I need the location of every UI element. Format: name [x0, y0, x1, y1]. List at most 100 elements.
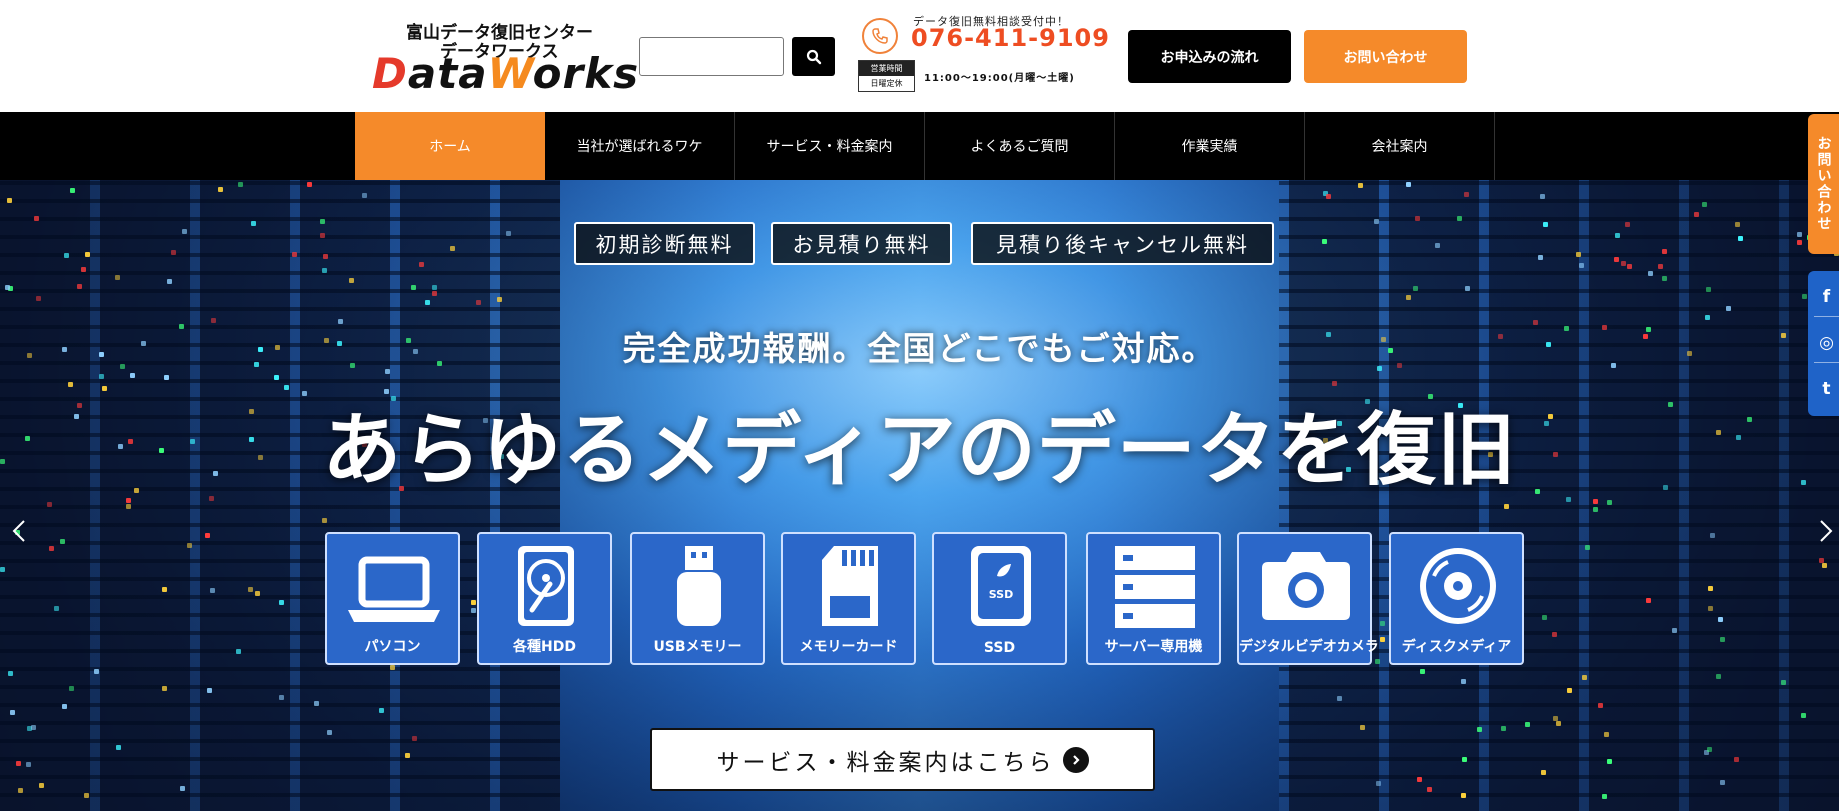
- server-led: [1406, 295, 1412, 301]
- server-led: [1336, 696, 1342, 702]
- server-led: [1701, 202, 1707, 208]
- logo-wordmark: DataWorks: [372, 49, 640, 98]
- server-led: [7, 670, 13, 676]
- server-led: [496, 297, 502, 303]
- media-card-video-camera[interactable]: デジタルビデオカメラ: [1237, 532, 1379, 665]
- hdd-icon: [518, 546, 574, 626]
- media-card-server[interactable]: サーバー専用機: [1086, 532, 1221, 665]
- slider-next-arrow[interactable]: [1813, 515, 1837, 547]
- server-led: [424, 300, 430, 306]
- server-led: [1694, 212, 1700, 218]
- server-led: [39, 783, 45, 789]
- server-led: [1796, 239, 1802, 245]
- nav-item-company[interactable]: 会社案内: [1305, 112, 1495, 180]
- server-led: [217, 187, 223, 193]
- nav-item-services[interactable]: サービス・料金案内: [735, 112, 925, 180]
- server-led: [471, 600, 477, 606]
- server-led: [378, 707, 384, 713]
- server-led: [1464, 192, 1470, 198]
- server-led: [1607, 499, 1613, 505]
- nav-item-faq[interactable]: よくあるご質問: [925, 112, 1115, 180]
- chevron-left-icon: [12, 520, 25, 542]
- disc-icon: [1420, 548, 1496, 624]
- server-led: [505, 231, 511, 237]
- nav-item-reasons[interactable]: 当社が選ばれるワケ: [545, 112, 735, 180]
- server-led: [187, 543, 193, 549]
- contact-button[interactable]: お問い合わせ: [1304, 30, 1467, 83]
- facebook-icon[interactable]: f: [1814, 277, 1839, 317]
- server-led: [322, 254, 328, 260]
- server-led: [204, 533, 210, 539]
- server-led: [1604, 731, 1610, 737]
- server-led: [1734, 756, 1740, 762]
- server-led: [1708, 585, 1714, 591]
- server-led: [98, 374, 104, 380]
- server-led: [431, 284, 437, 290]
- side-social-bar: f ◎ t: [1808, 271, 1839, 416]
- business-hours: 11:00～19:00(月曜～土曜): [924, 73, 1075, 84]
- media-card-ssd[interactable]: SSD SSD: [932, 532, 1067, 665]
- media-card-usb[interactable]: USBメモリー: [630, 532, 765, 665]
- twitter-icon[interactable]: t: [1814, 369, 1839, 409]
- server-led: [7, 198, 13, 204]
- server-led: [274, 375, 280, 381]
- server-led: [1735, 222, 1741, 228]
- media-card-pc[interactable]: パソコン: [325, 532, 460, 665]
- server-led: [83, 792, 89, 798]
- camera-icon: [1262, 552, 1350, 620]
- server-led: [1415, 215, 1421, 221]
- server-led: [1781, 680, 1787, 686]
- server-led: [1822, 562, 1828, 568]
- server-led: [1593, 506, 1599, 512]
- media-card-hdd[interactable]: 各種HDD: [477, 532, 612, 665]
- side-contact-tab[interactable]: お問い合わせ: [1808, 114, 1839, 254]
- media-card-memory-card[interactable]: メモリーカード: [781, 532, 916, 665]
- server-led: [1598, 703, 1604, 709]
- server-led: [251, 221, 257, 227]
- media-card-disc[interactable]: ディスクメディア: [1389, 532, 1524, 665]
- server-led: [411, 285, 417, 291]
- phone-number[interactable]: 076-411-9109: [911, 24, 1110, 52]
- server-led: [1460, 679, 1466, 685]
- hero-title: あらゆるメディアのデータを復旧: [322, 404, 1517, 496]
- server-led: [1579, 262, 1585, 268]
- application-flow-button[interactable]: お申込みの流れ: [1128, 30, 1291, 83]
- chevron-right-icon: [1820, 520, 1833, 542]
- slider-prev-arrow[interactable]: [8, 515, 32, 547]
- server-led: [1456, 215, 1462, 221]
- server-led: [254, 591, 260, 597]
- server-led: [1707, 747, 1713, 753]
- search-button[interactable]: [792, 37, 835, 76]
- nav-item-home[interactable]: ホーム: [355, 112, 545, 180]
- instagram-icon[interactable]: ◎: [1814, 323, 1839, 363]
- server-led: [238, 182, 244, 188]
- server-led: [1427, 786, 1432, 792]
- server-led: [1501, 725, 1507, 731]
- server-led: [35, 295, 41, 301]
- server-led: [69, 187, 75, 193]
- server-led: [1419, 668, 1425, 674]
- server-led: [1541, 770, 1547, 776]
- server-led: [94, 668, 100, 674]
- server-led: [1476, 727, 1482, 733]
- server-led: [129, 373, 135, 379]
- server-led: [291, 251, 297, 257]
- search-input[interactable]: [639, 37, 784, 76]
- services-pricing-cta-button[interactable]: サービス・料金案内はこちら: [650, 728, 1155, 791]
- server-led: [1726, 306, 1732, 312]
- site-logo[interactable]: 富山データ復旧センター データワークス DataWorks: [370, 18, 638, 98]
- server-led: [126, 503, 132, 509]
- server-icon: [1115, 546, 1195, 628]
- server-led: [476, 300, 482, 306]
- site-header: 富山データ復旧センター データワークス DataWorks 営業時間 日曜定休 …: [0, 0, 1839, 112]
- server-led: [1625, 222, 1631, 228]
- server-led: [166, 278, 172, 284]
- server-led: [1627, 263, 1633, 269]
- main-nav: ホーム 当社が選ばれるワケ サービス・料金案内 よくあるご質問 作業実績 会社案…: [0, 112, 1839, 180]
- server-led: [1542, 221, 1548, 227]
- server-led: [322, 517, 328, 523]
- nav-item-works[interactable]: 作業実績: [1115, 112, 1305, 180]
- usb-icon: [677, 546, 721, 626]
- server-led: [1416, 777, 1422, 783]
- server-led: [1581, 675, 1587, 681]
